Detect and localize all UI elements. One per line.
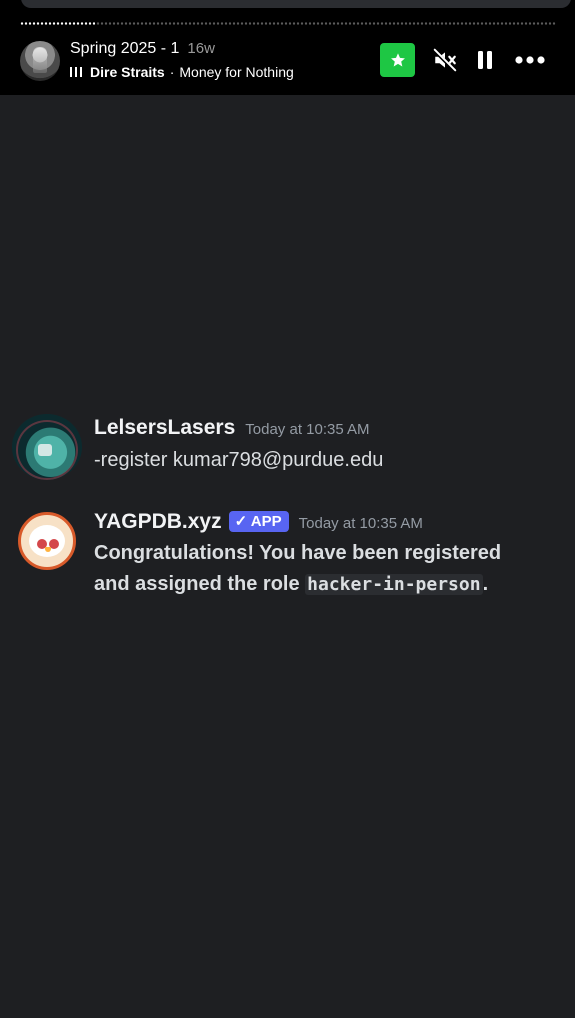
message-content-line-1: Congratulations! You have been registere…	[94, 542, 502, 564]
playback-progress[interactable]	[20, 22, 556, 25]
avatar[interactable]	[18, 512, 76, 570]
pause-icon	[478, 51, 492, 69]
author-name[interactable]: YAGPDB.xyz	[94, 510, 222, 533]
avatar[interactable]	[12, 414, 82, 480]
track-separator: ·	[169, 64, 175, 80]
message-header: YAGPDB.xyz ✓ APP Today at 10:35 AM	[94, 510, 423, 534]
playlist-title: Spring 2025 - 1	[70, 40, 180, 57]
track-name: Money for Nothing	[179, 64, 294, 80]
track-artist: Dire Straits	[90, 64, 165, 80]
playlist-age: 16w	[187, 40, 215, 57]
more-icon	[515, 56, 545, 64]
now-playing-bar: Spring 2025 - 1 16w Dire Straits · Money …	[0, 0, 575, 95]
equalizer-icon	[70, 67, 82, 77]
mute-button[interactable]	[428, 43, 462, 77]
pause-button[interactable]	[468, 43, 502, 77]
mute-icon	[432, 48, 457, 73]
star-icon	[390, 53, 405, 67]
now-playing-title-row: Spring 2025 - 1 16w	[70, 40, 215, 58]
album-artwork[interactable]	[20, 41, 60, 81]
role-code: hacker-in-person	[305, 574, 483, 595]
message-text: and assigned the role	[94, 573, 306, 595]
author-name[interactable]: LelsersLasers	[94, 416, 235, 439]
message-timestamp[interactable]: Today at 10:35 AM	[245, 421, 369, 438]
message-text-end: .	[482, 573, 489, 595]
favorite-button[interactable]	[380, 43, 415, 77]
more-options-button[interactable]	[512, 43, 548, 77]
message-timestamp[interactable]: Today at 10:35 AM	[299, 515, 423, 532]
message-header: LelsersLasers Today at 10:35 AM	[94, 416, 370, 440]
message-content: -register kumar798@purdue.edu	[94, 449, 384, 471]
playback-progress-fill	[20, 22, 96, 25]
message-content-line-2: and assigned the role hacker-in-person.	[94, 569, 488, 600]
app-badge: ✓ APP	[228, 511, 289, 532]
top-panel-edge	[21, 0, 571, 8]
now-playing-track-row: Dire Straits · Money for Nothing	[70, 64, 294, 80]
